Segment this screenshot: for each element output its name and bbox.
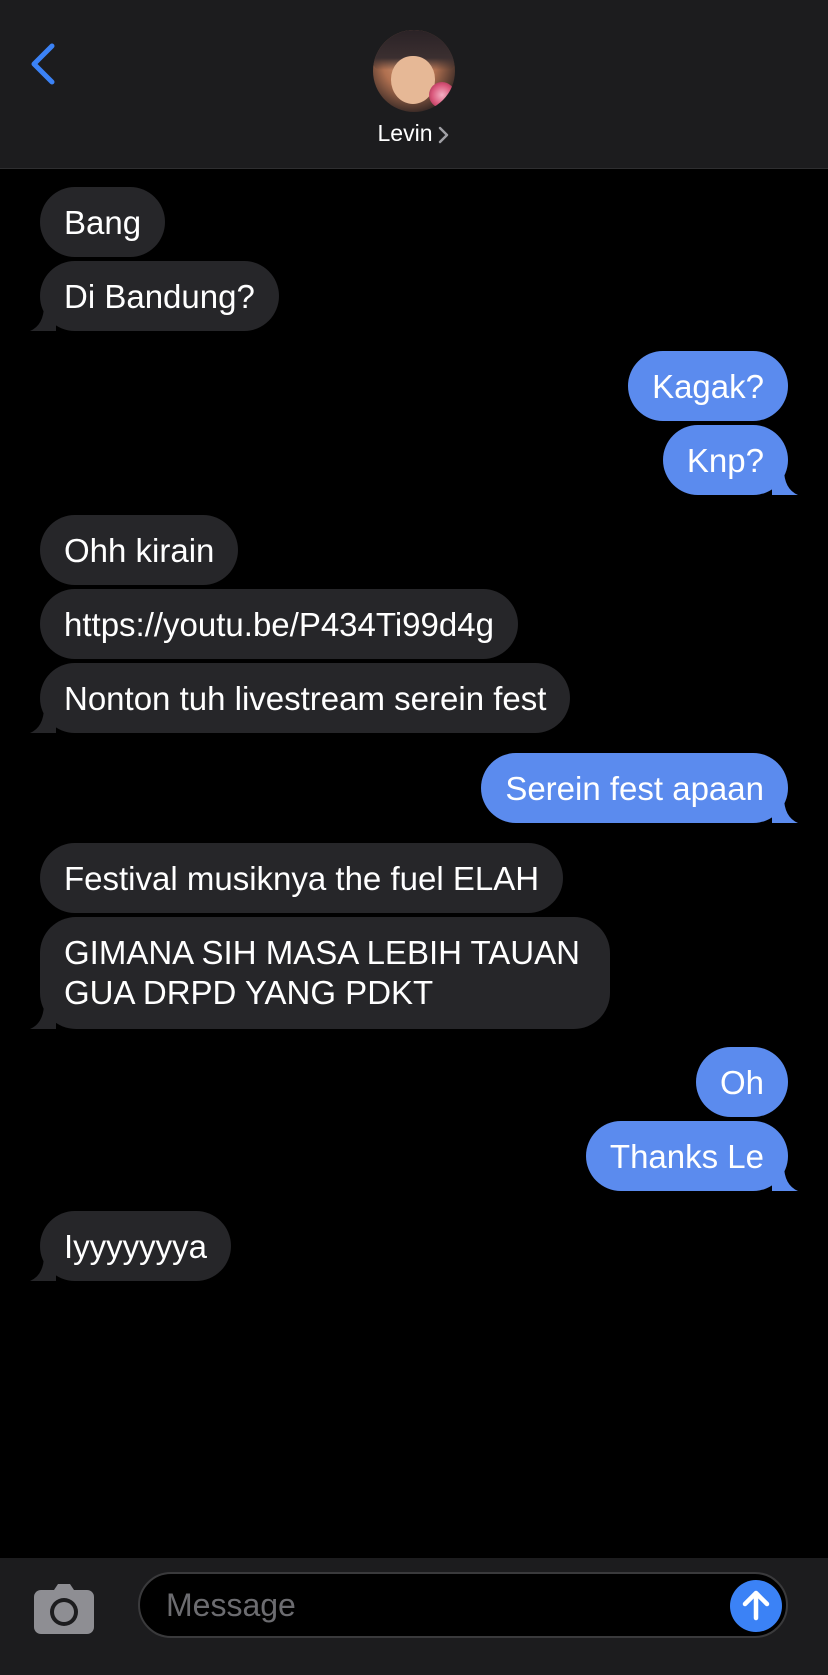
received-message[interactable]: Festival musiknya the fuel ELAH	[40, 843, 564, 913]
message-text: Oh	[719, 1064, 764, 1101]
sent-message[interactable]: Knp?	[662, 425, 798, 495]
message-text: Festival musiknya the fuel ELAH	[64, 860, 540, 897]
sent-message[interactable]: Kagak?	[628, 351, 788, 421]
message-text: Di Bandung?	[64, 278, 255, 315]
sent-message[interactable]: Serein fest apaan	[481, 753, 798, 823]
received-message[interactable]: https://youtu.be/P434Ti99d4g	[40, 589, 518, 659]
received-message[interactable]: Bang	[40, 187, 166, 257]
message-input-bar	[0, 1558, 828, 1675]
received-message[interactable]: Ohh kirain	[40, 515, 239, 585]
message-text: Serein fest apaan	[505, 770, 764, 807]
message-text: GIMANA SIH MASA LEBIH TAUAN GUA DRPD YAN…	[64, 934, 580, 1011]
camera-button[interactable]	[32, 1582, 96, 1638]
back-button[interactable]	[26, 36, 66, 92]
contact-name: Levin	[377, 120, 433, 146]
received-message[interactable]: Di Bandung?	[30, 261, 279, 331]
message-link[interactable]: https://youtu.be/P434Ti99d4g	[64, 606, 494, 643]
sent-message[interactable]: Thanks Le	[585, 1121, 798, 1191]
chevron-left-icon	[31, 43, 55, 85]
bubble-tail	[30, 305, 56, 331]
message-text: Nonton tuh livestream serein fest	[64, 680, 547, 717]
chevron-right-icon	[439, 126, 449, 144]
send-button[interactable]	[730, 1580, 782, 1632]
message-text: Ohh kirain	[64, 532, 215, 569]
conversation-header: Levin	[0, 0, 828, 169]
received-message[interactable]: Iyyyyyyya	[30, 1211, 232, 1281]
contact-avatar[interactable]	[373, 30, 455, 112]
camera-icon	[34, 1584, 94, 1634]
received-message[interactable]: Nonton tuh livestream serein fest	[30, 663, 571, 733]
arrow-up-icon	[742, 1590, 770, 1621]
message-text: Kagak?	[652, 368, 764, 405]
sent-message[interactable]: Oh	[695, 1047, 788, 1117]
bubble-tail	[772, 797, 798, 823]
message-input[interactable]	[138, 1572, 788, 1638]
received-message[interactable]: GIMANA SIH MASA LEBIH TAUAN GUA DRPD YAN…	[30, 917, 610, 1029]
message-thread[interactable]: Bang Di Bandung? Kagak? Knp? Ohh kirain …	[0, 168, 828, 1558]
message-text: Knp?	[686, 442, 764, 479]
contact-name-button[interactable]: Levin	[0, 118, 828, 148]
message-text: Bang	[64, 204, 142, 241]
bubble-tail	[772, 469, 798, 495]
message-text: Thanks Le	[609, 1138, 764, 1175]
bubble-tail	[772, 1165, 798, 1191]
bubble-tail	[30, 707, 56, 733]
bubble-tail	[30, 1255, 56, 1281]
message-text: Iyyyyyyya	[64, 1228, 208, 1265]
bubble-tail	[30, 1003, 56, 1029]
